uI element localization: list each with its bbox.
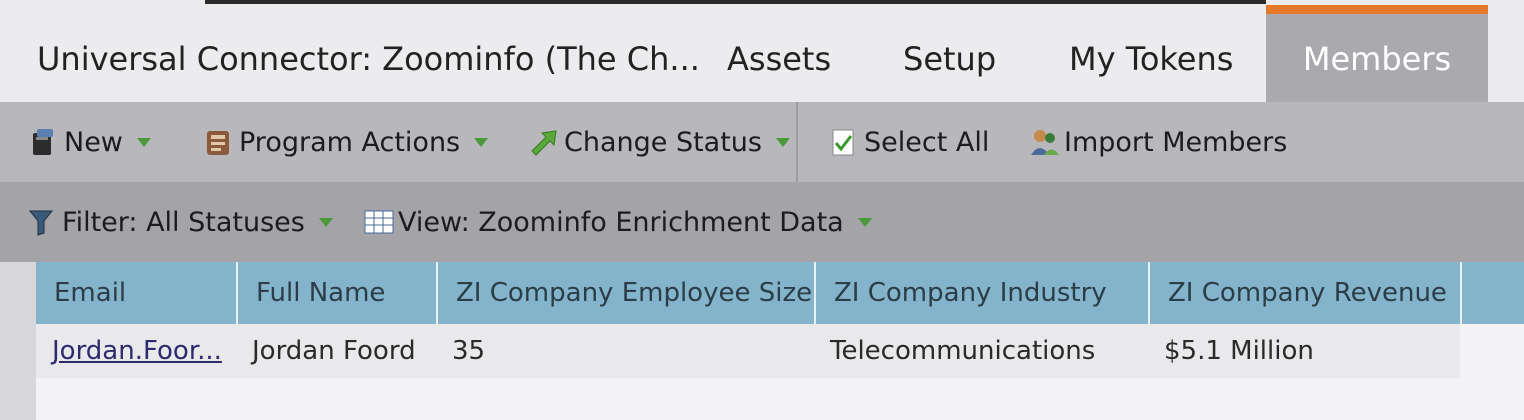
top-divider xyxy=(205,0,1266,4)
toolbar-divider xyxy=(796,102,798,182)
arrow-icon xyxy=(530,127,558,157)
checklist-icon xyxy=(830,127,858,157)
grid-view-icon xyxy=(364,207,394,237)
column-header-email[interactable]: Email xyxy=(36,262,238,324)
left-panel-gutter xyxy=(0,262,36,420)
email-link[interactable]: Jordan.Foor... xyxy=(52,336,222,366)
program-actions-button[interactable]: Program Actions xyxy=(205,102,489,182)
view-label: View: Zoominfo Enrichment Data xyxy=(398,206,844,238)
chevron-down-icon xyxy=(136,137,151,147)
members-grid: Email Full Name ZI Company Employee Size… xyxy=(36,262,1524,420)
chevron-down-icon xyxy=(776,137,790,147)
tab-members-label: Members xyxy=(1302,40,1452,78)
filter-toolbar: Filter: All Statuses View: Zoominfo Enri… xyxy=(0,182,1524,262)
column-header-full-name[interactable]: Full Name xyxy=(238,262,438,324)
program-actions-label: Program Actions xyxy=(239,126,461,158)
tab-setup[interactable]: Setup xyxy=(903,40,996,78)
cell-full-name: Jordan Foord xyxy=(252,336,416,366)
actions-toolbar: New Program Actions Change Status Select… xyxy=(0,102,1524,182)
filter-funnel-icon xyxy=(28,207,56,237)
change-status-label: Change Status xyxy=(564,126,762,158)
chevron-down-icon xyxy=(318,217,333,227)
column-header-industry[interactable]: ZI Company Industry xyxy=(816,262,1150,324)
tab-assets[interactable]: Assets xyxy=(727,40,831,78)
grid-header-row: Email Full Name ZI Company Employee Size… xyxy=(36,262,1524,324)
cell-revenue: $5.1 Million xyxy=(1164,336,1314,366)
view-button[interactable]: View: Zoominfo Enrichment Data xyxy=(364,182,872,262)
table-row[interactable]: Jordan.Foor... Jordan Foord 35 Telecommu… xyxy=(36,324,1460,378)
tab-members[interactable]: Members xyxy=(1266,5,1488,102)
chevron-down-icon xyxy=(857,217,872,227)
select-all-button[interactable]: Select All xyxy=(830,102,989,182)
new-label: New xyxy=(64,126,123,158)
import-members-button[interactable]: Import Members xyxy=(1030,102,1287,182)
cell-industry: Telecommunications xyxy=(830,336,1096,366)
chevron-down-icon xyxy=(474,137,489,147)
filter-button[interactable]: Filter: All Statuses xyxy=(28,182,333,262)
column-header-revenue[interactable]: ZI Company Revenue xyxy=(1150,262,1462,324)
cell-employee-size: 35 xyxy=(452,336,486,366)
new-button[interactable]: New xyxy=(30,102,151,182)
cell-email[interactable]: Jordan.Foor... xyxy=(36,324,236,378)
select-all-label: Select All xyxy=(864,126,990,158)
program-tab-bar: Universal Connector: Zoominfo (The Ch...… xyxy=(0,0,1524,102)
program-actions-icon xyxy=(205,127,233,157)
new-icon xyxy=(30,127,58,157)
column-header-employee-size[interactable]: ZI Company Employee Size xyxy=(438,262,816,324)
tab-my-tokens[interactable]: My Tokens xyxy=(1069,40,1233,78)
filter-label: Filter: All Statuses xyxy=(62,206,305,238)
program-title[interactable]: Universal Connector: Zoominfo (The Ch... xyxy=(37,40,700,78)
import-members-label: Import Members xyxy=(1064,126,1288,158)
change-status-button[interactable]: Change Status xyxy=(530,102,790,182)
users-import-icon xyxy=(1030,127,1059,157)
